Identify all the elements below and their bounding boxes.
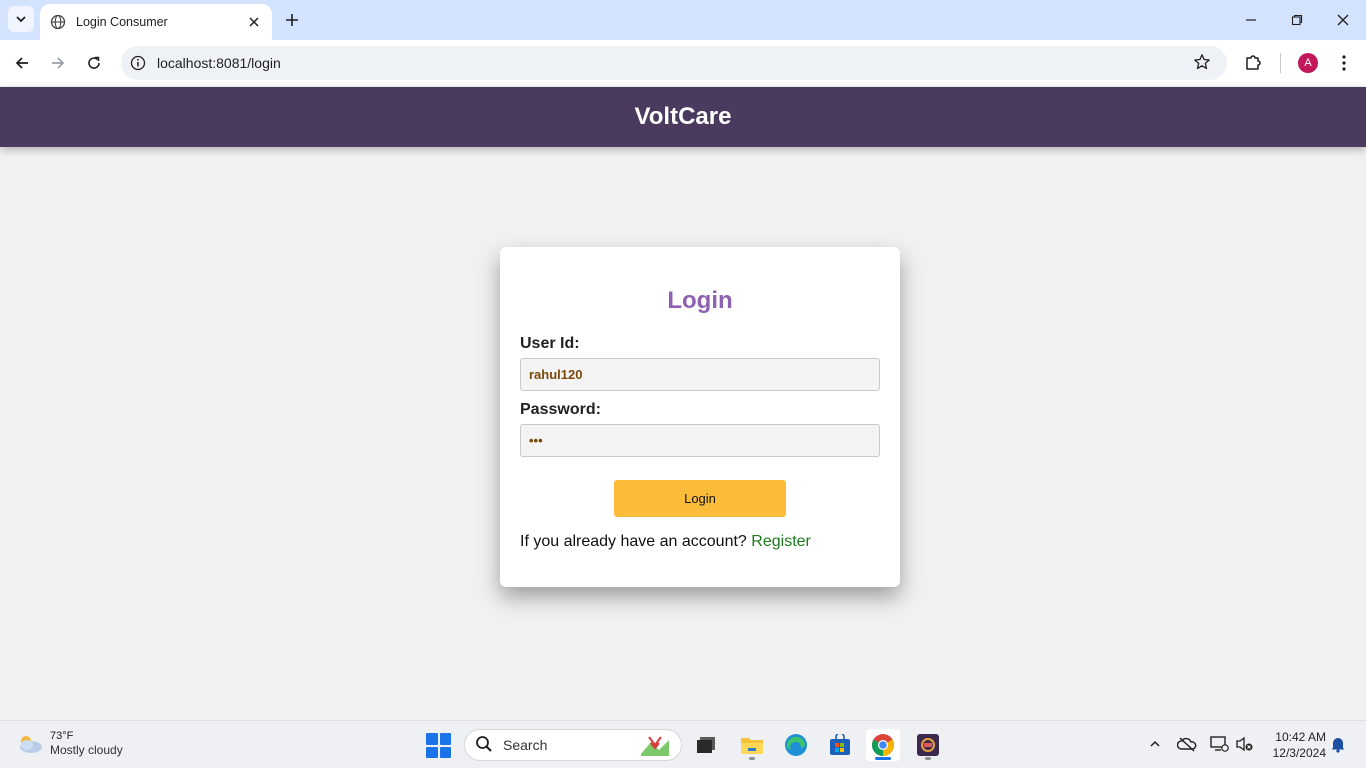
file-explorer-icon[interactable] bbox=[735, 729, 769, 761]
taskbar: 73°F Mostly cloudy Search 10:42 AM 12/3/… bbox=[0, 720, 1366, 768]
browser-toolbar: localhost:8081/login A bbox=[0, 40, 1366, 86]
login-card: Login User Id: Password: Login If you al… bbox=[500, 247, 900, 587]
search-icon bbox=[475, 735, 495, 755]
register-prompt: If you already have an account? bbox=[520, 533, 747, 550]
taskbar-search[interactable]: Search bbox=[464, 729, 682, 761]
chevron-up-icon[interactable] bbox=[1145, 734, 1165, 754]
new-tab-plus-icon[interactable] bbox=[282, 10, 302, 30]
profile-avatar[interactable]: A bbox=[1298, 53, 1318, 73]
restore-icon[interactable] bbox=[1287, 10, 1307, 30]
user-id-label: User Id: bbox=[520, 335, 580, 352]
weather-widget[interactable]: 73°F Mostly cloudy bbox=[16, 729, 123, 758]
tab-title: Login Consumer bbox=[76, 15, 168, 29]
login-title: Login bbox=[667, 287, 733, 314]
windows-start-icon[interactable] bbox=[426, 733, 451, 758]
toolbar-divider bbox=[1280, 53, 1281, 73]
task-view-icon[interactable] bbox=[689, 729, 723, 761]
system-clock[interactable]: 10:42 AM 12/3/2024 bbox=[1262, 729, 1326, 761]
notification-bell-icon[interactable] bbox=[1330, 735, 1346, 753]
login-button[interactable]: Login bbox=[614, 480, 786, 517]
url-text: localhost:8081/login bbox=[157, 55, 281, 71]
app-header: VoltCare bbox=[0, 87, 1366, 147]
ide-app-icon[interactable] bbox=[911, 729, 945, 761]
register-link[interactable]: Register bbox=[751, 533, 811, 550]
running-indicator bbox=[749, 757, 755, 760]
bookmark-star-icon[interactable] bbox=[1193, 53, 1213, 73]
user-id-input[interactable] bbox=[520, 358, 880, 391]
volume-muted-icon[interactable] bbox=[1235, 734, 1255, 754]
brand-title: VoltCare bbox=[634, 103, 732, 130]
onedrive-offline-icon[interactable] bbox=[1177, 734, 1197, 754]
chrome-icon[interactable] bbox=[866, 729, 900, 761]
tab-search-chevron-icon[interactable] bbox=[8, 6, 34, 32]
register-line: If you already have an account? Register bbox=[520, 533, 811, 551]
close-window-icon[interactable] bbox=[1333, 10, 1353, 30]
weather-condition: Mostly cloudy bbox=[50, 743, 123, 757]
back-arrow-icon[interactable] bbox=[11, 52, 33, 74]
password-input[interactable] bbox=[520, 424, 880, 457]
search-highlight-icon bbox=[641, 736, 669, 756]
password-label: Password: bbox=[520, 401, 601, 418]
minimize-icon[interactable] bbox=[1241, 10, 1261, 30]
cloudy-weather-icon bbox=[20, 735, 42, 753]
weather-temperature: 73°F bbox=[50, 730, 74, 742]
clock-date: 12/3/2024 bbox=[1272, 746, 1326, 760]
reload-icon[interactable] bbox=[83, 52, 105, 74]
address-bar[interactable]: localhost:8081/login bbox=[121, 46, 1227, 80]
active-indicator bbox=[875, 757, 891, 760]
search-placeholder: Search bbox=[503, 737, 548, 753]
globe-icon bbox=[50, 14, 66, 30]
edge-browser-icon[interactable] bbox=[779, 729, 813, 761]
browser-tab-bar: Login Consumer bbox=[0, 0, 1366, 40]
more-menu-icon[interactable] bbox=[1334, 52, 1354, 74]
microsoft-store-icon[interactable] bbox=[823, 729, 857, 761]
clock-time: 10:42 AM bbox=[1275, 730, 1326, 744]
browser-tab[interactable]: Login Consumer bbox=[40, 4, 272, 40]
extensions-puzzle-icon[interactable] bbox=[1244, 52, 1266, 74]
network-icon[interactable] bbox=[1209, 734, 1229, 754]
close-tab-icon[interactable] bbox=[246, 14, 262, 30]
site-info-icon[interactable] bbox=[128, 53, 148, 73]
forward-arrow-icon[interactable] bbox=[47, 52, 69, 74]
running-indicator bbox=[925, 757, 931, 760]
